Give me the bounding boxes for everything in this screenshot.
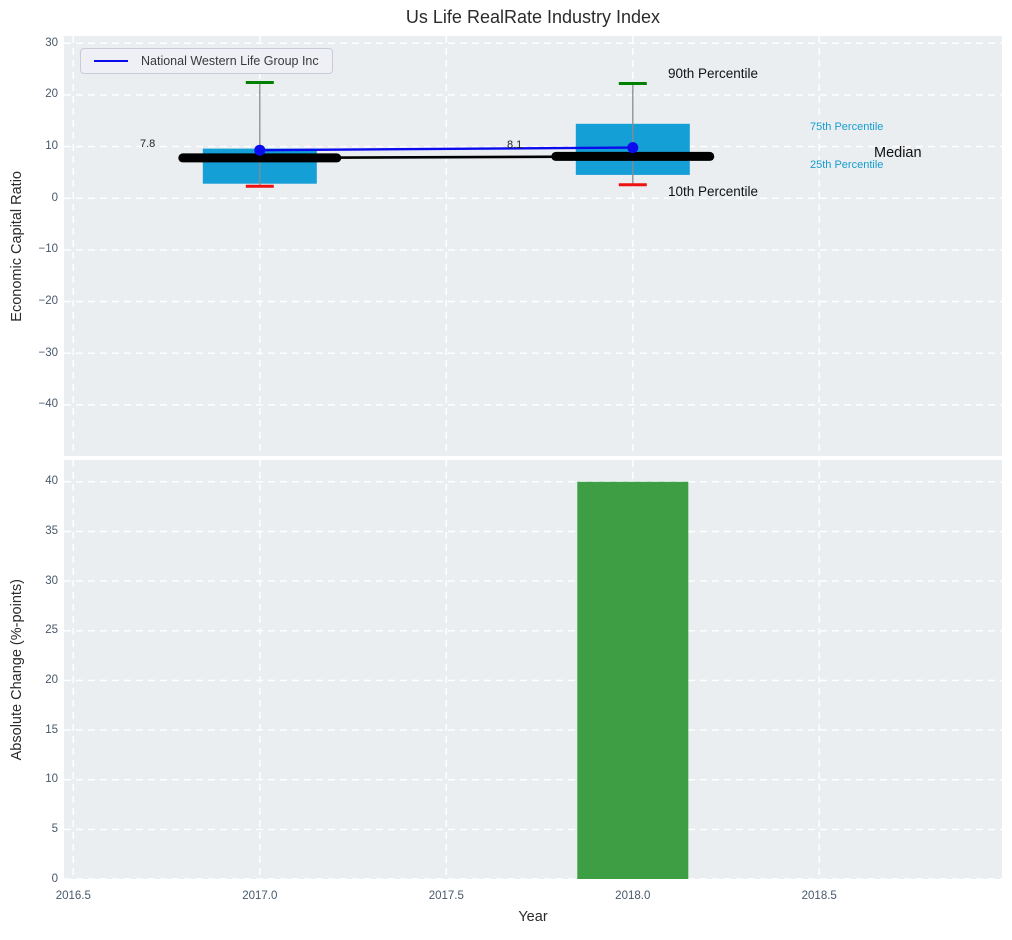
y-tick-label: 30 xyxy=(0,36,58,51)
y-tick-label: 20 xyxy=(0,673,58,688)
y-tick-label: 5 xyxy=(0,822,58,837)
annotation-10th-percentile: 10th Percentile xyxy=(668,184,758,199)
annotation-75th-percentile: 75th Percentile xyxy=(810,121,883,133)
y-tick-label: 0 xyxy=(0,191,58,206)
y-tick-label: 15 xyxy=(0,723,58,738)
bottom-y-axis-label-wrap: Absolute Change (%-points) xyxy=(4,460,30,879)
absolute-change-plot xyxy=(64,460,1002,879)
y-tick-label: 0 xyxy=(0,872,58,887)
x-tick-label: 2018.0 xyxy=(598,889,668,904)
median-value-label-2017: 7.8 xyxy=(140,138,155,150)
x-tick-label: 2018.5 xyxy=(784,889,854,904)
y-tick-label: −10 xyxy=(0,242,58,257)
top-plot-canvas xyxy=(64,36,1002,456)
median-value-label-2018: 8.1 xyxy=(507,139,522,151)
company-marker xyxy=(627,142,638,153)
x-tick-label: 2016.5 xyxy=(38,889,108,904)
y-tick-label: −20 xyxy=(0,294,58,309)
legend-label: National Western Life Group Inc xyxy=(141,54,319,68)
y-tick-label: 25 xyxy=(0,623,58,638)
figure: Us Life RealRate Industry Index Economic… xyxy=(0,0,1012,940)
x-axis-label: Year xyxy=(64,909,1002,925)
annotation-90th-percentile: 90th Percentile xyxy=(668,66,758,81)
legend: National Western Life Group Inc xyxy=(80,48,333,74)
y-tick-label: 40 xyxy=(0,474,58,489)
bottom-plot-canvas xyxy=(64,460,1002,879)
x-tick-label: 2017.0 xyxy=(225,889,295,904)
y-tick-label: 10 xyxy=(0,139,58,154)
change-bar xyxy=(577,482,688,879)
y-tick-label: 10 xyxy=(0,772,58,787)
company-marker xyxy=(254,145,265,156)
company-line-swatch-icon xyxy=(94,60,128,62)
chart-title: Us Life RealRate Industry Index xyxy=(64,7,1002,28)
y-tick-label: −40 xyxy=(0,397,58,412)
y-tick-label: 30 xyxy=(0,574,58,589)
economic-capital-ratio-plot xyxy=(64,36,1002,456)
annotation-25th-percentile: 25th Percentile xyxy=(810,159,883,171)
x-tick-label: 2017.5 xyxy=(411,889,481,904)
y-tick-label: 35 xyxy=(0,524,58,539)
y-tick-label: −30 xyxy=(0,346,58,361)
y-tick-label: 20 xyxy=(0,87,58,102)
